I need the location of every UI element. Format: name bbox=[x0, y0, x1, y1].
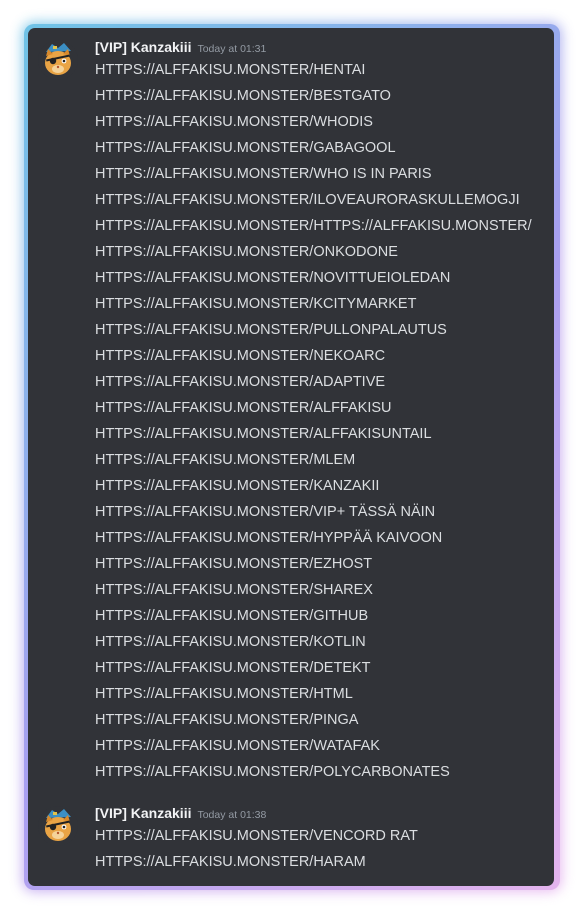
message-line: HTTPS://ALFFAKISU.MONSTER/MLEM bbox=[95, 452, 356, 468]
message-line: HTTPS://ALFFAKISU.MONSTER/ALFFAKISUNTAIL bbox=[95, 426, 432, 442]
message-line: HTTPS://ALFFAKISU.MONSTER/ALFFAKISU bbox=[95, 400, 392, 416]
message-line: HTTPS://ALFFAKISU.MONSTER/ADAPTIVE bbox=[95, 374, 386, 390]
message-line: HTTPS://ALFFAKISU.MONSTER/SHAREX bbox=[95, 582, 373, 598]
avatar[interactable] bbox=[38, 40, 78, 80]
message-line: HTTPS://ALFFAKISU.MONSTER/BESTGATO bbox=[95, 88, 391, 104]
message-line: HTTPS://ALFFAKISU.MONSTER/EZHOST bbox=[95, 556, 373, 572]
message-header: [VIP] Kanzakiii Today at 01:38 bbox=[95, 803, 266, 825]
timestamp[interactable]: Today at 01:31 bbox=[197, 43, 266, 55]
message-content: HTTPS://ALFFAKISU.MONSTER/HENTAI HTTPS:/… bbox=[95, 57, 532, 785]
message-line: HTTPS://ALFFAKISU.MONSTER/HARAM bbox=[95, 854, 366, 870]
message-line: HTTPS://ALFFAKISU.MONSTER/GITHUB bbox=[95, 608, 369, 624]
message-line: HTTPS://ALFFAKISU.MONSTER/ONKODONE bbox=[95, 244, 398, 260]
message-line: HTTPS://ALFFAKISU.MONSTER/KANZAKII bbox=[95, 478, 380, 494]
message-line: HTTPS://ALFFAKISU.MONSTER/VENCORD RAT bbox=[95, 828, 418, 844]
message-line: HTTPS://ALFFAKISU.MONSTER/HTTPS://ALFFAK… bbox=[95, 218, 532, 234]
message-line: HTTPS://ALFFAKISU.MONSTER/PULLONPALAUTUS bbox=[95, 322, 447, 338]
message-line: HTTPS://ALFFAKISU.MONSTER/DETEKT bbox=[95, 660, 371, 676]
timestamp[interactable]: Today at 01:38 bbox=[197, 809, 266, 821]
message-line: HTTPS://ALFFAKISU.MONSTER/KOTLIN bbox=[95, 634, 366, 650]
message-line: HTTPS://ALFFAKISU.MONSTER/POLYCARBONATES bbox=[95, 764, 450, 780]
message-line: HTTPS://ALFFAKISU.MONSTER/ILOVEAURORASKU… bbox=[95, 192, 520, 208]
message-line: HTTPS://ALFFAKISU.MONSTER/HYPPÄÄ KAIVOON bbox=[95, 530, 443, 546]
message-line: HTTPS://ALFFAKISU.MONSTER/WATAFAK bbox=[95, 738, 380, 754]
message-line: HTTPS://ALFFAKISU.MONSTER/WHO IS IN PARI… bbox=[95, 166, 432, 182]
chat-panel: [VIP] Kanzakiii Today at 01:31 HTTPS://AL… bbox=[28, 28, 554, 886]
message-line: HTTPS://ALFFAKISU.MONSTER/KCITYMARKET bbox=[95, 296, 417, 312]
username[interactable]: [VIP] Kanzakiii bbox=[95, 39, 191, 55]
avatar[interactable] bbox=[38, 806, 78, 846]
message-line: HTTPS://ALFFAKISU.MONSTER/NOVITTUEIOLEDA… bbox=[95, 270, 451, 286]
message-line: HTTPS://ALFFAKISU.MONSTER/HENTAI bbox=[95, 62, 366, 78]
message-line: HTTPS://ALFFAKISU.MONSTER/GABAGOOL bbox=[95, 140, 396, 156]
message-line: HTTPS://ALFFAKISU.MONSTER/PINGA bbox=[95, 712, 359, 728]
message-line: HTTPS://ALFFAKISU.MONSTER/WHODIS bbox=[95, 114, 373, 130]
message-line: HTTPS://ALFFAKISU.MONSTER/VIP+ TÄSSÄ NÄI… bbox=[95, 504, 436, 520]
orange-cat-pirate-avatar-icon bbox=[38, 806, 78, 846]
message-line: HTTPS://ALFFAKISU.MONSTER/HTML bbox=[95, 686, 353, 702]
message-line: HTTPS://ALFFAKISU.MONSTER/NEKOARC bbox=[95, 348, 386, 364]
message-header: [VIP] Kanzakiii Today at 01:31 bbox=[95, 37, 266, 59]
message-content: HTTPS://ALFFAKISU.MONSTER/VENCORD RAT HT… bbox=[95, 823, 418, 875]
orange-cat-pirate-avatar-icon bbox=[38, 40, 78, 80]
username[interactable]: [VIP] Kanzakiii bbox=[95, 805, 191, 821]
